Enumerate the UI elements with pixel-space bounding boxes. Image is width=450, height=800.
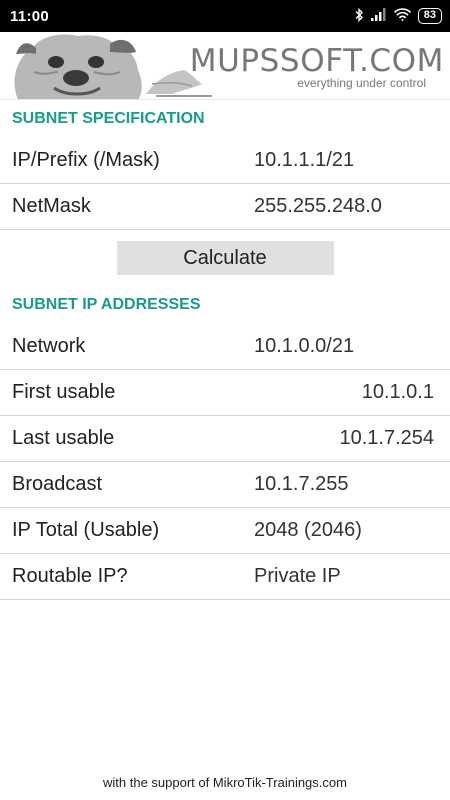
- calculate-area: Calculate: [0, 230, 450, 286]
- network-label: Network: [12, 335, 86, 357]
- bluetooth-icon: [354, 7, 364, 25]
- app-banner: MUPSSOFT.COM everything under control: [0, 32, 450, 100]
- battery-icon: 83: [417, 8, 442, 24]
- ip-total-value: 2048 (2046): [254, 519, 362, 541]
- subnet-ip-addresses-header: SUBNET IP ADDRESSES: [0, 286, 450, 324]
- routable-ip-row: Routable IP? Private IP: [0, 554, 450, 600]
- brand: MUPSSOFT.COM everything under control: [190, 44, 444, 90]
- network-row: Network 10.1.0.0/21: [0, 324, 450, 370]
- status-icons: 83: [354, 7, 442, 25]
- netmask-input[interactable]: 255.255.248.0: [240, 195, 450, 218]
- last-usable-value: 10.1.7.254: [339, 427, 434, 449]
- brand-title: MUPSSOFT.COM: [189, 43, 444, 79]
- routable-ip-label: Routable IP?: [12, 565, 128, 587]
- ip-total-label: IP Total (Usable): [12, 519, 160, 541]
- first-usable-value: 10.1.0.1: [361, 381, 434, 403]
- ip-prefix-row: IP/Prefix (/Mask) 10.1.1.1/21: [0, 138, 450, 184]
- subnet-specification-header: SUBNET SPECIFICATION: [0, 100, 450, 138]
- ip-prefix-input[interactable]: 10.1.1.1/21: [240, 149, 450, 172]
- last-usable-label: Last usable: [12, 427, 115, 449]
- status-time: 11:00: [10, 7, 50, 25]
- last-usable-row: Last usable 10.1.7.254: [0, 416, 450, 462]
- netmask-row: NetMask 255.255.248.0: [0, 184, 450, 230]
- status-bar: 11:00 83: [0, 0, 450, 32]
- broadcast-row: Broadcast 10.1.7.255: [0, 462, 450, 508]
- broadcast-label: Broadcast: [12, 473, 103, 495]
- footer-credit: with the support of MikroTik-Trainings.c…: [103, 775, 347, 790]
- dog-logo-icon: [6, 32, 212, 99]
- first-usable-label: First usable: [12, 381, 116, 403]
- calculate-button[interactable]: Calculate: [116, 241, 334, 275]
- ip-prefix-label: IP/Prefix (/Mask): [12, 149, 160, 171]
- wifi-icon: [393, 8, 411, 24]
- broadcast-value: 10.1.7.255: [254, 473, 349, 495]
- netmask-label: NetMask: [12, 195, 91, 217]
- network-value: 10.1.0.0/21: [254, 335, 355, 357]
- first-usable-row: First usable 10.1.0.1: [0, 370, 450, 416]
- routable-ip-value: Private IP: [254, 565, 341, 587]
- ip-total-row: IP Total (Usable) 2048 (2046): [0, 508, 450, 554]
- signal-icon: [370, 8, 387, 24]
